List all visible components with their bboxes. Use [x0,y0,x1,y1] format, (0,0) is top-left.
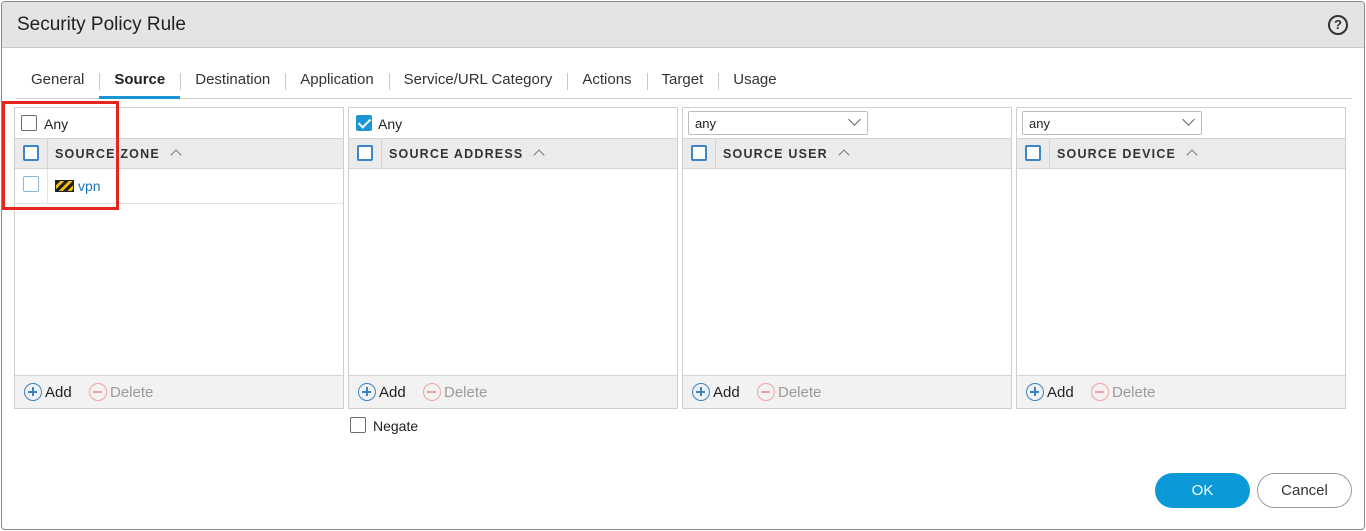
source-address-table-header: SOURCE ADDRESS [349,138,677,169]
minus-circle-icon [423,383,441,401]
source-user-panel: any SOURCE USER Add Delete [682,107,1012,409]
tab-actions[interactable]: Actions [567,66,646,98]
tab-target[interactable]: Target [646,66,719,98]
chevron-down-icon [1182,113,1195,126]
tab-service-url-category[interactable]: Service/URL Category [388,66,568,98]
source-address-column-header[interactable]: SOURCE ADDRESS [389,147,546,161]
plus-circle-icon [24,383,42,401]
source-user-select[interactable]: any [688,111,868,135]
source-address-select-all-checkbox[interactable] [357,145,373,161]
source-device-select-value: any [1029,116,1050,131]
tab-bar: General Source Destination Application S… [16,66,1352,99]
source-user-header-checkbox-cell [683,139,716,168]
delete-label: Delete [110,383,154,401]
source-zone-delete-button[interactable]: Delete [89,383,153,401]
source-address-any-label: Any [378,116,403,132]
source-user-column-header[interactable]: SOURCE USER [723,147,850,161]
zone-icon [55,180,74,192]
source-device-select-row: any [1017,108,1345,139]
plus-circle-icon [358,383,376,401]
minus-circle-icon [89,383,107,401]
help-icon[interactable]: ? [1328,15,1348,35]
source-address-any-row: Any [349,108,677,139]
source-address-panel: Any SOURCE ADDRESS Add Delete [348,107,678,409]
sort-ascending-icon [838,149,850,161]
source-device-table-header: SOURCE DEVICE [1017,138,1345,169]
zone-link-vpn[interactable]: vpn [78,178,101,194]
add-label: Add [1047,383,1074,401]
source-device-select[interactable]: any [1022,111,1202,135]
source-zone-select-all-checkbox[interactable] [23,145,39,161]
source-zone-panel: Any SOURCE ZONE vpn Add Delete [14,107,344,409]
sort-ascending-icon [533,149,546,161]
source-address-header-checkbox-cell [349,139,382,168]
source-user-footer: Add Delete [683,375,1011,408]
delete-label: Delete [778,383,822,401]
source-user-select-all-checkbox[interactable] [691,145,707,161]
source-address-add-button[interactable]: Add [358,383,406,401]
source-zone-column-header[interactable]: SOURCE ZONE [55,147,182,161]
row-checkbox-cell [15,169,48,203]
add-label: Add [713,383,740,401]
dialog-title: Security Policy Rule [17,14,186,35]
source-user-column-title: SOURCE USER [723,147,828,161]
negate-checkbox[interactable] [350,417,366,433]
sort-ascending-icon [170,149,182,161]
source-zone-header-checkbox-cell [15,139,48,168]
source-device-panel: any SOURCE DEVICE Add Delete [1016,107,1346,409]
table-row: vpn [15,169,343,204]
source-address-any-checkbox[interactable] [356,115,372,131]
delete-label: Delete [1112,383,1156,401]
source-device-column-header[interactable]: SOURCE DEVICE [1057,147,1198,161]
source-zone-column-title: SOURCE ZONE [55,147,160,161]
source-user-add-button[interactable]: Add [692,383,740,401]
source-device-select-all-checkbox[interactable] [1025,145,1041,161]
sort-ascending-icon [1186,149,1198,161]
tab-usage[interactable]: Usage [718,66,791,98]
source-address-column-title: SOURCE ADDRESS [389,147,524,161]
delete-label: Delete [444,383,488,401]
source-zone-any-label: Any [44,116,69,132]
source-device-column-title: SOURCE DEVICE [1057,147,1177,161]
source-zone-table-header: SOURCE ZONE [15,138,343,169]
tab-destination[interactable]: Destination [180,66,285,98]
source-device-header-checkbox-cell [1017,139,1050,168]
add-label: Add [379,383,406,401]
ok-button[interactable]: OK [1155,473,1250,508]
add-label: Add [45,383,72,401]
row-checkbox[interactable] [23,176,39,192]
tab-general[interactable]: General [16,66,99,98]
chevron-down-icon [848,113,861,126]
source-zone-footer: Add Delete [15,375,343,408]
source-zone-any-checkbox[interactable] [21,115,37,131]
source-address-footer: Add Delete [349,375,677,408]
plus-circle-icon [692,383,710,401]
tab-application[interactable]: Application [285,66,388,98]
minus-circle-icon [1091,383,1109,401]
dialog-titlebar: Security Policy Rule ? [2,2,1364,48]
source-address-delete-button[interactable]: Delete [423,383,487,401]
source-user-delete-button[interactable]: Delete [757,383,821,401]
source-device-add-button[interactable]: Add [1026,383,1074,401]
source-user-select-value: any [695,116,716,131]
minus-circle-icon [757,383,775,401]
tab-source[interactable]: Source [99,66,181,99]
source-zone-any-row: Any [15,108,343,139]
source-device-footer: Add Delete [1017,375,1345,408]
source-zone-add-button[interactable]: Add [24,383,72,401]
negate-label: Negate [373,418,419,434]
source-device-delete-button[interactable]: Delete [1091,383,1155,401]
plus-circle-icon [1026,383,1044,401]
cancel-button[interactable]: Cancel [1257,473,1352,508]
source-user-select-row: any [683,108,1011,139]
source-user-table-header: SOURCE USER [683,138,1011,169]
